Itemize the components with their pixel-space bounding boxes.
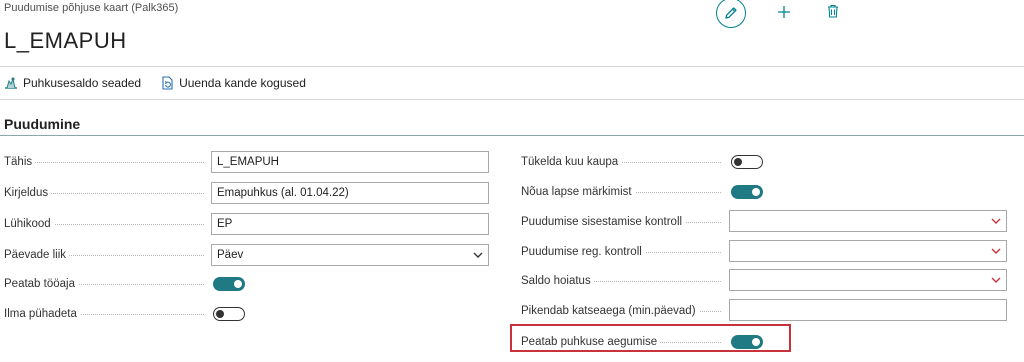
field-label: Saldo hoiatus [521, 275, 725, 287]
actionbar-divider [0, 99, 1024, 100]
plus-icon[interactable] [774, 2, 794, 22]
split-by-month-toggle[interactable] [731, 155, 763, 169]
field-row: Tükelda kuu kaupa [521, 151, 725, 173]
section-title[interactable]: Puudumine [4, 116, 80, 132]
field-label: Tükelda kuu kaupa [521, 156, 725, 168]
chevron-down-icon [991, 248, 1001, 254]
day-type-select[interactable]: Päev [211, 244, 489, 266]
field-row: Saldo hoiatus [521, 270, 725, 292]
field-row: Nõua lapse märkimist [521, 181, 725, 203]
header-divider [0, 66, 1024, 67]
code-input[interactable]: L_EMAPUH [211, 151, 489, 173]
field-row: Puudumise reg. kontroll [521, 241, 725, 263]
refresh-quantities-label: Uuenda kande kogused [179, 76, 306, 90]
edit-icon[interactable] [716, 0, 746, 28]
refresh-document-icon [162, 76, 173, 90]
field-row: Puudumise sisestamise kontroll [521, 211, 725, 233]
day-type-value: Päev [217, 249, 244, 261]
field-row: Ilma pühadeta [4, 303, 208, 325]
field-label: Puudumise sisestamise kontroll [521, 216, 725, 228]
without-holidays-toggle[interactable] [213, 307, 245, 321]
field-label: Tähis [4, 156, 208, 168]
trash-icon[interactable] [824, 1, 842, 21]
breadcrumb: Puudumise põhjuse kaart (Palk365) [4, 2, 179, 14]
reg-check-select[interactable] [729, 240, 1007, 262]
balance-settings-label: Puhkusesaldo seaded [23, 76, 142, 90]
chevron-down-icon [991, 218, 1001, 224]
field-label: Pikendab katseaega (min.päevad) [521, 305, 725, 317]
field-row: Tähis [4, 151, 208, 173]
require-child-toggle[interactable] [731, 185, 763, 199]
refresh-quantities-action[interactable]: Uuenda kande kogused [161, 76, 306, 90]
field-row: Kirjeldus [4, 182, 208, 204]
field-label: Peatab tööaja [4, 278, 208, 290]
field-row: Päevade liik [4, 244, 208, 266]
chevron-down-icon [991, 277, 1001, 283]
field-label: Puudumise reg. kontroll [521, 246, 725, 258]
section-underline [0, 135, 1024, 136]
action-bar: Puhkusesaldo seaded Uuenda kande kogused [4, 74, 326, 92]
short-code-input[interactable]: EP [211, 213, 489, 235]
page-title: L_EMAPUH [4, 28, 127, 53]
description-input[interactable]: Emapuhkus (al. 01.04.22) [211, 182, 489, 204]
field-row: Lühikood [4, 213, 208, 235]
field-row: Peatab tööaja [4, 273, 208, 295]
chevron-down-icon [473, 252, 483, 258]
field-label: Ilma pühadeta [4, 308, 208, 320]
field-label: Nõua lapse märkimist [521, 186, 725, 198]
field-row: Pikendab katseaega (min.päevad) [521, 300, 725, 322]
field-label: Päevade liik [4, 249, 208, 261]
field-label: Lühikood [4, 218, 208, 230]
entry-check-select[interactable] [729, 210, 1007, 232]
probation-extension-input[interactable] [729, 299, 1007, 321]
field-label: Kirjeldus [4, 187, 208, 199]
balance-settings-action[interactable]: Puhkusesaldo seaded [4, 76, 141, 90]
balance-settings-icon [5, 77, 17, 89]
balance-warning-select[interactable] [729, 269, 1007, 291]
stops-worktime-toggle[interactable] [213, 277, 245, 291]
